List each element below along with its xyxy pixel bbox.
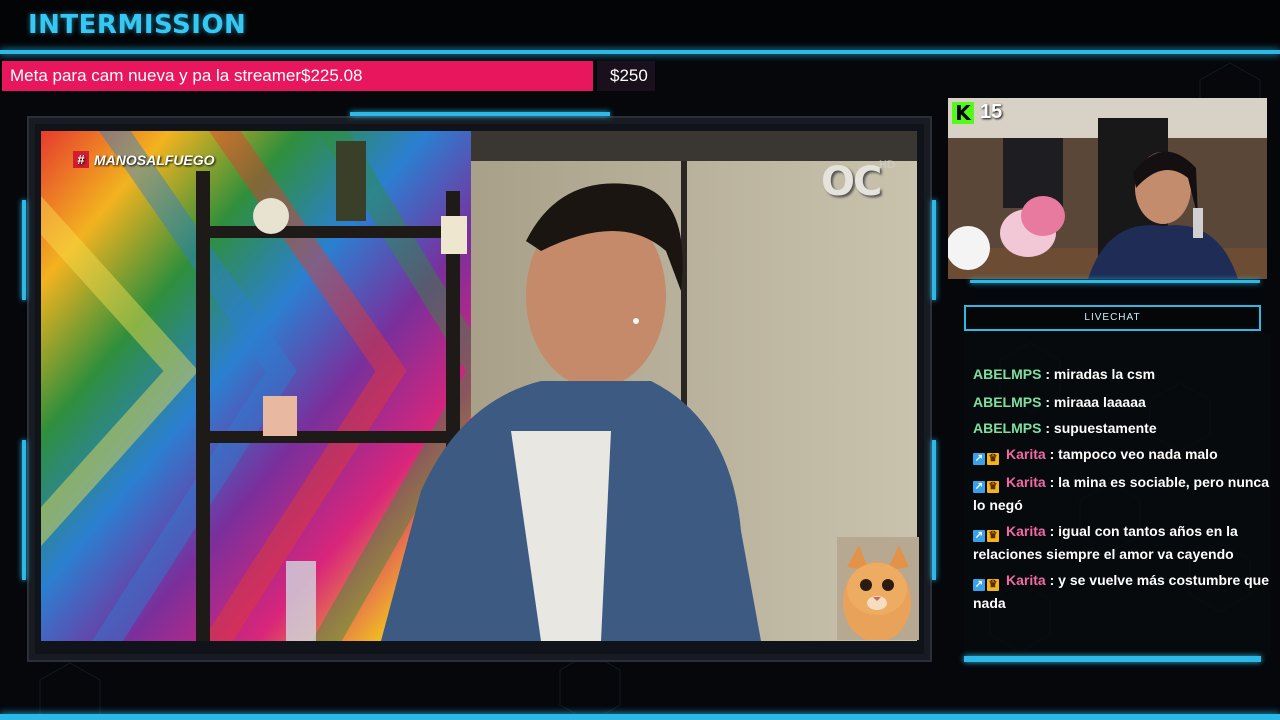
chat-username[interactable]: ABELMPS [973, 420, 1041, 436]
prime-badge-icon: ↗ [973, 579, 985, 591]
left-side-accent-lower [22, 440, 26, 580]
chat-username[interactable]: ABELMPS [973, 394, 1041, 410]
bottom-accent-line [0, 714, 1280, 720]
livechat-header: LIVECHAT [964, 305, 1261, 331]
crown-badge-icon: ♛ [987, 453, 999, 465]
crown-badge-icon: ♛ [987, 481, 999, 493]
frame-top-accent [350, 112, 610, 116]
video-scene [41, 131, 917, 641]
chat-text: tampoco veo nada malo [1058, 446, 1218, 462]
chat-message: ↗ ♛ Karita : igual con tantos años en la r… [973, 521, 1271, 565]
chat-bottom-accent [964, 656, 1261, 662]
chat-username[interactable]: Karita [1006, 474, 1046, 490]
header-accent-line [0, 50, 1280, 54]
chat-message: ABELMPS : supuestamente [973, 418, 1271, 439]
hashtag-text: MANOSALFUEGO [94, 151, 215, 168]
goal-label: Meta para cam nueva y pa la streamer$225… [10, 66, 363, 85]
chat-username[interactable]: Karita [1006, 572, 1046, 588]
header-bar: INTERMISSION [0, 0, 1280, 54]
chat-username[interactable]: Karita [1006, 523, 1046, 539]
chat-separator: : [1045, 572, 1059, 588]
channel-logo: OC [821, 159, 882, 205]
chat-text: miradas la csm [1053, 367, 1156, 381]
right-side-accent [932, 200, 936, 300]
chat-username[interactable]: Karita [1006, 446, 1046, 462]
chat-separator: : [1045, 523, 1059, 539]
chat-username[interactable]: ABELMPS [973, 367, 1041, 381]
hashtag-icon: # [73, 151, 89, 168]
page-title: INTERMISSION [28, 10, 247, 40]
chat-text: supuestamente [1053, 420, 1157, 436]
prime-badge-icon: ↗ [973, 453, 985, 465]
user-badges: ↗ ♛ [973, 474, 1001, 495]
streamer-webcam [948, 98, 1267, 279]
chat-message: ABELMPS : miraaa laaaaa [973, 392, 1271, 413]
chat-message: ↗ ♛ Karita : y se vuelve más costumbre que… [973, 570, 1271, 614]
chat-separator: : [1045, 474, 1059, 490]
chat-separator: : [1045, 446, 1059, 462]
kick-icon: K [952, 101, 974, 124]
chat-message: ABELMPS : miradas la csm [973, 367, 1271, 381]
goal-target: $250 [597, 61, 655, 91]
chat-message: ↗ ♛ Karita : la mina es sociable, pero nun… [973, 472, 1271, 516]
chat-message: ↗ ♛ Karita : tampoco veo nada malo [973, 444, 1271, 467]
prime-badge-icon: ↗ [973, 481, 985, 493]
crown-badge-icon: ♛ [987, 530, 999, 542]
show-hashtag: # MANOSALFUEGO [73, 151, 215, 168]
crown-badge-icon: ♛ [987, 579, 999, 591]
user-badges: ↗ ♛ [973, 572, 1001, 593]
chat-separator: : [1041, 420, 1054, 436]
chat-separator: : [1041, 367, 1054, 381]
chat-separator: : [1041, 394, 1054, 410]
donation-goal-bar: Meta para cam nueva y pa la streamer$225… [2, 61, 593, 91]
cat-reaction-image [837, 537, 919, 640]
channel-hd-label: HD [879, 159, 895, 171]
main-video[interactable]: # MANOSALFUEGO OC HD [41, 131, 917, 641]
chat-message-list[interactable]: ABELMPS : miradas la csm ABELMPS : miraaa… [973, 367, 1271, 619]
left-side-accent [22, 200, 26, 300]
chat-text: miraaa laaaaa [1053, 394, 1146, 410]
right-side-accent-lower [932, 440, 936, 580]
viewer-count: 15 [980, 101, 1003, 123]
kick-viewer-badge: K 15 [952, 101, 1002, 124]
livechat-title: LIVECHAT [1084, 312, 1141, 323]
webcam-accent-line [970, 280, 1260, 283]
prime-badge-icon: ↗ [973, 530, 985, 542]
user-badges: ↗ ♛ [973, 523, 1001, 544]
user-badges: ↗ ♛ [973, 446, 1001, 467]
livechat-panel[interactable]: ABELMPS : miradas la csm ABELMPS : miraaa… [964, 333, 1271, 656]
